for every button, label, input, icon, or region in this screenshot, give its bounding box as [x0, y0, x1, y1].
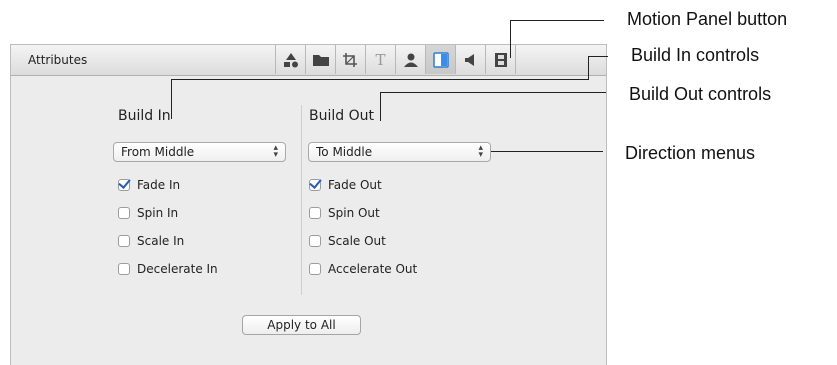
scale-out-label: Scale Out: [328, 234, 386, 248]
checkbox-icon: [309, 235, 321, 247]
callout-line-motion-vertical: [510, 20, 511, 58]
column-divider: [301, 105, 302, 295]
checkbox-icon: [309, 263, 321, 275]
spin-out-checkbox[interactable]: Spin Out: [309, 205, 380, 221]
checkbox-checked-icon: [309, 179, 321, 191]
folder-icon[interactable]: [305, 45, 335, 74]
spin-out-label: Spin Out: [328, 206, 380, 220]
callout-line-direction: [491, 151, 603, 152]
build-out-title: Build Out: [309, 108, 374, 124]
fade-out-label: Fade Out: [328, 178, 382, 192]
panel-titlebar: Attributes T: [11, 45, 606, 76]
film-icon[interactable]: [485, 45, 516, 74]
speaker-icon[interactable]: [455, 45, 485, 74]
person-icon[interactable]: [395, 45, 425, 74]
scale-in-checkbox[interactable]: Scale In: [118, 233, 184, 249]
checkbox-icon: [118, 235, 130, 247]
panel-title: Attributes: [28, 53, 88, 67]
checkbox-checked-icon: [118, 179, 130, 191]
scale-in-label: Scale In: [137, 234, 185, 248]
callout-line-build-in-riser: [588, 56, 589, 80]
callout-line-build-in-end: [588, 56, 608, 57]
callout-line-build-out-vertical: [380, 92, 381, 121]
callout-line-build-in-horizontal: [171, 79, 588, 80]
decelerate-in-label: Decelerate In: [137, 262, 218, 276]
build-out-direction-value: To Middle: [316, 145, 373, 159]
fade-out-checkbox[interactable]: Fade Out: [309, 177, 382, 193]
scale-out-checkbox[interactable]: Scale Out: [309, 233, 386, 249]
motion-icon: [432, 51, 449, 68]
crop-icon[interactable]: [335, 45, 365, 74]
callout-motion-panel: Motion Panel button: [627, 9, 788, 29]
callout-line-build-in-vertical: [171, 79, 172, 119]
stepper-arrows-icon: ▴ ▾: [478, 143, 483, 160]
callout-build-out: Build Out controls: [629, 84, 772, 104]
callout-line-motion: [510, 20, 604, 21]
callout-line-build-out: [380, 92, 606, 93]
fade-in-checkbox[interactable]: Fade In: [118, 177, 180, 193]
accelerate-out-checkbox[interactable]: Accelerate Out: [309, 261, 417, 277]
callout-build-in: Build In controls: [631, 45, 760, 65]
build-in-title: Build In: [118, 108, 171, 124]
text-icon[interactable]: T: [365, 45, 395, 74]
spin-in-checkbox[interactable]: Spin In: [118, 205, 178, 221]
decelerate-in-checkbox[interactable]: Decelerate In: [118, 261, 218, 277]
checkbox-icon: [118, 207, 130, 219]
build-in-direction-value: From Middle: [121, 145, 195, 159]
callout-direction-menus: Direction menus: [625, 143, 756, 163]
checkbox-icon: [118, 263, 130, 275]
apply-to-all-button[interactable]: Apply to All: [242, 315, 361, 335]
spin-in-label: Spin In: [137, 206, 179, 220]
shapes-icon[interactable]: [275, 45, 305, 74]
checkbox-icon: [309, 207, 321, 219]
stepper-arrows-icon: ▴ ▾: [273, 143, 278, 160]
build-in-direction-menu[interactable]: From Middle ▴ ▾: [113, 142, 286, 162]
fade-in-label: Fade In: [137, 178, 181, 192]
toolbar: T: [275, 45, 516, 75]
motion-panel-button[interactable]: [425, 45, 455, 74]
build-out-direction-menu[interactable]: To Middle ▴ ▾: [308, 142, 491, 162]
accelerate-out-label: Accelerate Out: [328, 262, 418, 276]
